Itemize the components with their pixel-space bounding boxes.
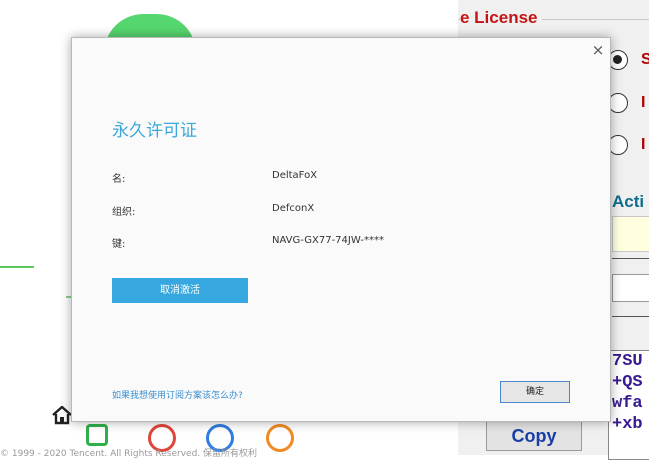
- key-line: wfa: [612, 394, 643, 413]
- license-radio-2-label: I: [641, 94, 646, 111]
- divider: [612, 258, 649, 259]
- license-key-textarea[interactable]: 7SU +QS wfa +xb: [608, 350, 649, 460]
- divider: [0, 266, 34, 268]
- license-radio-1[interactable]: [608, 50, 628, 70]
- divider: [612, 316, 649, 317]
- key-line: +QS: [612, 373, 643, 392]
- key-label: 键:: [112, 239, 126, 250]
- subscription-help-link[interactable]: 如果我想使用订阅方案该怎么办?: [112, 388, 243, 401]
- name-value: DeltaFoX: [272, 170, 318, 181]
- license-group-title: e License: [460, 8, 542, 28]
- footer-copyright: © 1999 - 2020 Tencent. All Rights Reserv…: [0, 449, 258, 459]
- activation-field[interactable]: [612, 216, 649, 252]
- ok-button[interactable]: 确定: [500, 381, 570, 403]
- license-radio-2[interactable]: [608, 93, 628, 113]
- license-radio-1-label: S: [641, 51, 649, 68]
- organization-label: 组织:: [112, 207, 136, 218]
- home-icon[interactable]: [51, 405, 73, 425]
- activate-label: Acti: [612, 192, 645, 211]
- license-radio-3[interactable]: [608, 135, 628, 155]
- license-radio-3-label: I: [641, 136, 646, 153]
- app-icon-orange[interactable]: [266, 424, 294, 452]
- app-icon-green[interactable]: [86, 424, 108, 446]
- key-line: 7SU: [612, 352, 643, 371]
- name-label: 名:: [112, 174, 126, 185]
- dialog-title: 永久许可证: [112, 121, 197, 141]
- deactivate-button[interactable]: 取消激活: [112, 278, 248, 303]
- key-value: NAVG-GX77-74JW-****: [272, 235, 384, 246]
- organization-value: DefconX: [272, 203, 315, 214]
- close-icon[interactable]: ×: [590, 42, 606, 58]
- key-line: +xb: [612, 415, 643, 434]
- copy-button[interactable]: Copy: [486, 421, 582, 451]
- input-field[interactable]: [612, 274, 649, 302]
- perpetual-license-dialog: × 永久许可证 名: DeltaFoX 组织: DefconX 键: NAVG-…: [71, 37, 611, 422]
